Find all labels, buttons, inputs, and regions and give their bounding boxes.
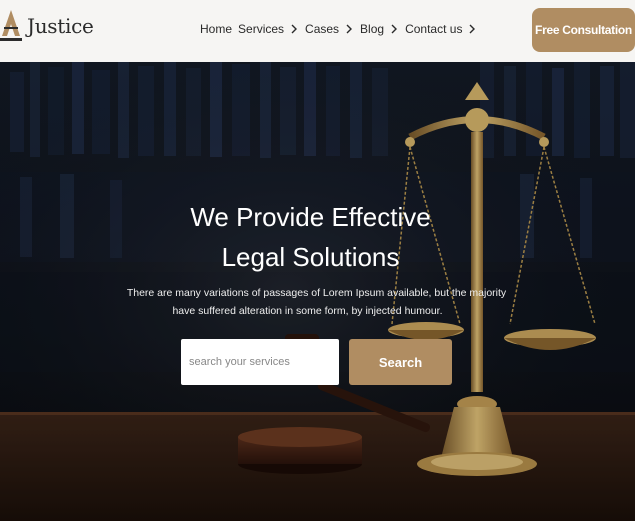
nav-item-home[interactable]: Home	[200, 22, 232, 36]
search-input[interactable]	[181, 339, 339, 385]
nav-label: Contact us	[405, 22, 463, 36]
hero-title-line1: We Provide Effective	[190, 202, 431, 232]
hero-title-line2: Legal Solutions	[221, 242, 400, 272]
main-nav: Home Services Cases Blog Contact us	[200, 18, 477, 40]
hero-subtitle-line1: There are many variations of passages of…	[126, 287, 507, 299]
chevron-right-icon	[291, 24, 298, 34]
chevron-right-icon	[391, 24, 398, 34]
scales-icon	[0, 10, 22, 41]
nav-label: Cases	[305, 22, 340, 36]
brand-logo[interactable]: Justice	[0, 6, 94, 44]
nav-label: Services	[238, 22, 285, 36]
nav-item-cases[interactable]: Cases	[305, 22, 354, 36]
nav-item-blog[interactable]: Blog	[360, 22, 399, 36]
hero-subtitle-line2: have suffered alteration in some form, b…	[172, 305, 443, 317]
hero-section: We Provide Effective Legal Solutions The…	[0, 62, 635, 521]
nav-item-contact[interactable]: Contact us	[405, 22, 477, 36]
search-button[interactable]: Search	[349, 339, 452, 385]
chevron-right-icon	[469, 24, 476, 34]
brand-name: Justice	[27, 14, 94, 38]
free-consultation-button[interactable]: Free Consultation	[532, 8, 635, 52]
nav-label: Blog	[360, 22, 385, 36]
nav-item-services[interactable]: Services	[238, 22, 299, 36]
nav-label: Home	[200, 22, 233, 36]
site-header: Justice Home Services Cases Blog Contact…	[0, 0, 635, 62]
chevron-right-icon	[346, 24, 353, 34]
